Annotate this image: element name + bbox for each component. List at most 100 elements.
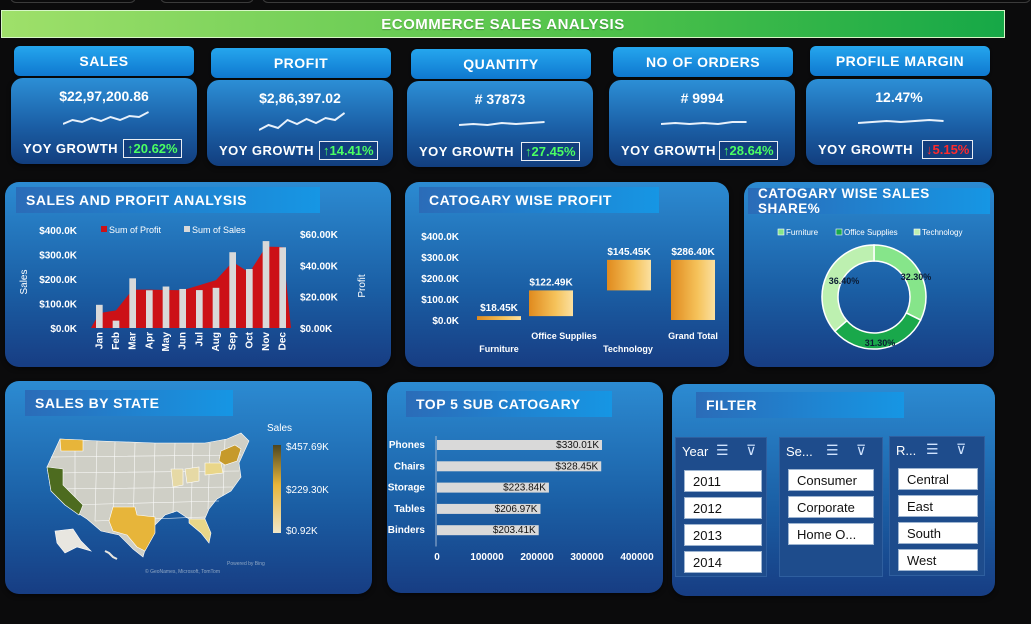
waterfall-bar [477, 316, 521, 320]
y-tick-label: $300.0K [39, 251, 78, 262]
kpi-header-profit: PROFIT [211, 48, 391, 78]
y2-tick-label: $40.00K [300, 261, 339, 272]
kpi-value: $22,97,200.86 [59, 88, 149, 104]
yoy-value: 27.45% [531, 144, 576, 159]
legend-mid: $229.30K [286, 485, 329, 496]
sales-bar [146, 290, 153, 328]
sheet-tab[interactable] [10, 0, 136, 3]
multi-select-icon[interactable]: ☰ [716, 442, 729, 459]
x-tick-label: Mar [128, 332, 139, 350]
us-map[interactable]: Sales $457.69K $229.30K $0.92K Powered b… [5, 381, 372, 594]
data-label: 36.40% [829, 276, 860, 286]
y-tick-label: Storage [388, 483, 426, 494]
yoy-value: 28.64% [729, 143, 774, 158]
slicer-item[interactable]: East [898, 495, 978, 517]
slicer-item[interactable]: Consumer [788, 469, 874, 491]
yoy-badge: ↑14.41% [319, 141, 378, 160]
waterfall-bar [671, 259, 715, 320]
sales-bar [112, 320, 120, 328]
legend-label: Office Supplies [844, 228, 898, 237]
yoy-label: YOY GROWTH [818, 142, 914, 157]
data-label: $330.01K [556, 440, 599, 451]
legend-label: Sum of Profit [109, 225, 162, 235]
y-tick-label: Chairs [394, 461, 426, 472]
kpi-value: 12.47% [875, 89, 923, 105]
year-slicer: Year ☰ ⊽ 2011 2012 2013 2014 [675, 437, 767, 577]
sparkline [858, 118, 944, 124]
y-tick-label: Tables [394, 504, 425, 515]
donut-slice [821, 244, 875, 333]
clear-filter-icon[interactable]: ⊽ [856, 442, 866, 459]
clear-filter-icon[interactable]: ⊽ [956, 441, 966, 458]
sparkline [63, 111, 149, 125]
slicer-label: Se... [786, 444, 813, 459]
kpi-header-sales: SALES [14, 46, 194, 76]
donut-slice [873, 244, 927, 322]
kpi-header-orders: NO OF ORDERS [613, 47, 793, 77]
sparkline [661, 121, 747, 126]
y-tick-label: Phones [389, 440, 426, 451]
slicer-item[interactable]: Corporate [788, 496, 874, 518]
data-label: $206.97K [495, 504, 538, 515]
region-slicer: R... ☰ ⊽ Central East South West [889, 436, 985, 576]
x-tick-label: Nov [261, 332, 272, 351]
yoy-value: 14.41% [329, 143, 374, 158]
segment-slicer: Se... ☰ ⊽ Consumer Corporate Home O... [779, 437, 883, 577]
y2-axis-label: Profit [357, 274, 368, 298]
yoy-value: 20.62% [133, 141, 178, 156]
legend-swatch-profit [101, 226, 107, 232]
sheet-tab[interactable] [160, 0, 254, 3]
sales-profit-chart: $400.0K $300.0K $200.0K $100.0K $0.0K $60.00K… [19, 225, 368, 351]
x-tick-label: Grand Total [668, 331, 718, 341]
waterfall-bar [607, 259, 651, 291]
slicer-item[interactable]: South [898, 522, 978, 544]
kpi-value: # 37873 [474, 91, 526, 107]
slicer-item[interactable]: 2014 [684, 551, 762, 573]
legend-min: $0.92K [286, 526, 318, 537]
kpi-header-margin: PROFILE MARGIN [810, 46, 990, 76]
kpi-header-quantity: QUANTITY [411, 49, 591, 79]
top5-panel: TOP 5 SUB CATOGARY Phones $330.01K Chairs $… [387, 382, 663, 593]
yoy-value: 5.15% [932, 142, 970, 157]
slicer-item[interactable]: West [898, 549, 978, 571]
yoy-badge: ↑20.62% [123, 139, 182, 158]
data-label: 32.30% [901, 272, 932, 282]
yoy-badge: ↑28.64% [719, 141, 778, 160]
kpi-card-quantity: # 37873 YOY GROWTH ↑27.45% [407, 81, 593, 167]
y2-tick-label: $60.00K [300, 230, 339, 241]
dashboard-title: ECOMMERCE SALES ANALYSIS [1, 10, 1005, 38]
sales-bar [262, 241, 270, 328]
x-tick-label: 400000 [620, 552, 654, 563]
slicer-item[interactable]: Home O... [788, 523, 874, 545]
sales-bar [246, 269, 253, 328]
data-label: $203.41K [493, 525, 536, 536]
sales-bar [229, 252, 236, 328]
yoy-label: YOY GROWTH [23, 141, 119, 156]
kpi-card-profit: $2,86,397.02 YOY GROWTH ↑14.41% [207, 80, 393, 166]
data-label: $286.40K [671, 247, 715, 258]
legend-label: Sum of Sales [192, 225, 246, 235]
x-tick-label: Oct [244, 331, 255, 348]
multi-select-icon[interactable]: ☰ [926, 441, 939, 458]
kpi-card-margin: 12.47% YOY GROWTH ↓5.15% [806, 79, 992, 165]
slicer-item[interactable]: Central [898, 468, 978, 490]
y-tick-label: Binders [388, 525, 426, 536]
multi-select-icon[interactable]: ☰ [826, 442, 839, 459]
y-tick-label: $200.0K [421, 274, 460, 285]
x-tick-label: Technology [603, 344, 653, 354]
slicer-item[interactable]: 2013 [684, 524, 762, 546]
data-label: 31.30% [865, 338, 896, 348]
top-strip [0, 0, 1031, 6]
map-credit: © GeoNames, Microsoft, TomTom [145, 568, 220, 575]
sales-profit-panel: SALES AND PROFIT ANALYSIS $400.0K $300.0K… [5, 182, 391, 367]
yoy-label: YOY GROWTH [419, 144, 515, 159]
slicer-item[interactable]: 2011 [684, 470, 762, 492]
slicer-item[interactable]: 2012 [684, 497, 762, 519]
yoy-badge: ↓5.15% [922, 140, 974, 159]
x-tick-label: Feb [111, 332, 122, 350]
sales-bar [196, 290, 203, 328]
map-credit: Powered by Bing [227, 561, 265, 567]
sheet-tab[interactable] [262, 0, 1031, 3]
kpi-value: # 9994 [680, 90, 724, 106]
clear-filter-icon[interactable]: ⊽ [746, 442, 756, 459]
